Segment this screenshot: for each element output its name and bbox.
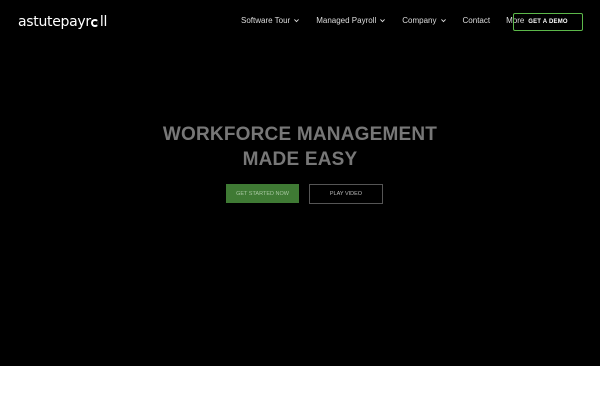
chevron-down-icon bbox=[294, 19, 300, 23]
logo-text-part2: ll bbox=[99, 14, 108, 30]
hero-section: astutepayr ll Software Tour Managed Payro… bbox=[0, 0, 600, 366]
nav-item-software-tour[interactable]: Software Tour bbox=[241, 16, 300, 25]
hero-headline-line2: MADE EASY bbox=[242, 149, 358, 170]
nav-item-label: Managed Payroll bbox=[316, 16, 377, 25]
nav-item-label: Contact bbox=[462, 16, 491, 25]
logo-text-part1: astutepayr bbox=[18, 14, 91, 30]
chevron-down-icon bbox=[440, 19, 446, 23]
nav-item-label: Company bbox=[402, 16, 437, 25]
nav-item-managed-payroll[interactable]: Managed Payroll bbox=[316, 16, 386, 25]
main-nav: Software Tour Managed Payroll Company Co… bbox=[241, 16, 540, 25]
nav-item-company[interactable]: Company bbox=[402, 16, 446, 25]
get-a-demo-button[interactable]: GET A DEMO bbox=[513, 13, 583, 31]
play-video-button[interactable]: PLAY VIDEO bbox=[309, 184, 383, 204]
get-started-button[interactable]: GET STARTED NOW bbox=[226, 184, 299, 203]
logo-ring-icon bbox=[91, 19, 100, 27]
nav-item-label: Software Tour bbox=[241, 16, 291, 25]
nav-item-contact[interactable]: Contact bbox=[463, 16, 491, 25]
astutepayroll-logo[interactable]: astutepayr ll bbox=[18, 14, 107, 30]
chevron-down-icon bbox=[380, 19, 386, 23]
hero-headline-line1: WORKFORCE MANAGEMENT bbox=[162, 124, 438, 145]
hero-headline: WORKFORCE MANAGEMENT MADE EASY bbox=[0, 122, 600, 172]
